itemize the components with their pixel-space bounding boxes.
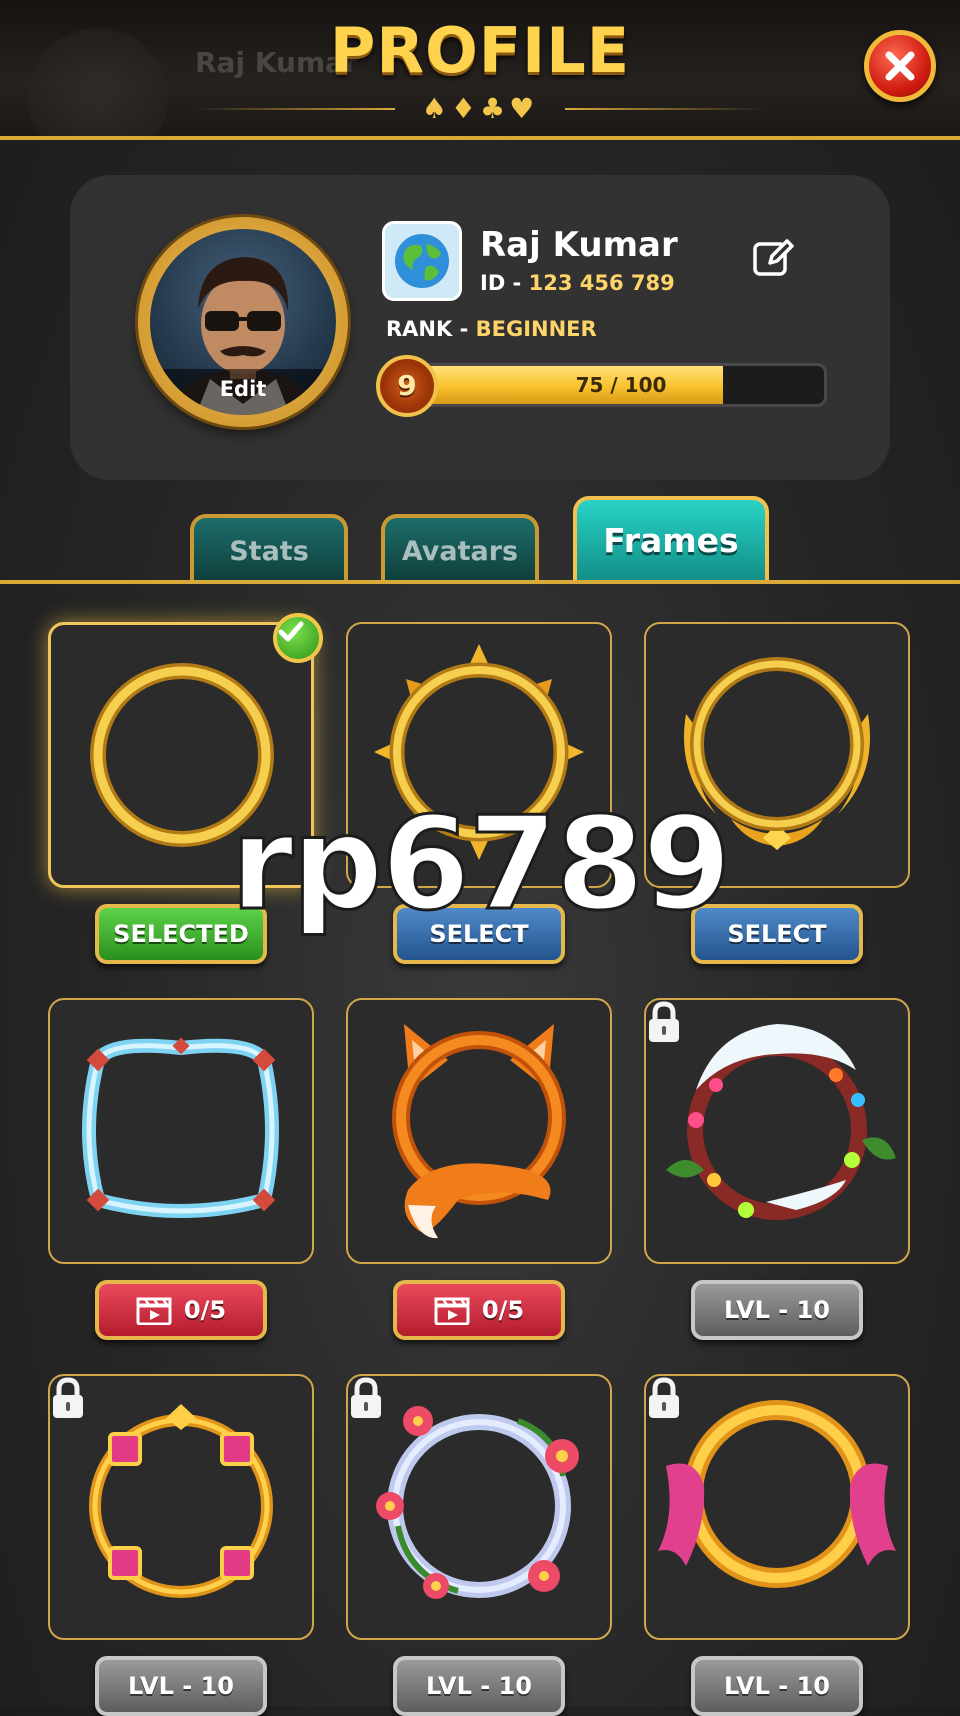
frame-level-lock-button[interactable]: LVL - 10: [393, 1656, 565, 1716]
frame-card[interactable]: [346, 998, 612, 1264]
checkmark-icon: [278, 621, 304, 642]
player-rank: RANK - BEGINNER: [386, 317, 597, 341]
player-name: Raj Kumar: [480, 225, 678, 265]
frame-select-button[interactable]: SELECT: [691, 904, 863, 964]
frame-card[interactable]: [644, 622, 910, 888]
fox-frame-image: [392, 1024, 566, 1239]
frame-card[interactable]: [346, 1374, 612, 1640]
frame-card[interactable]: [644, 998, 910, 1264]
player-id-label: ID -: [480, 271, 529, 295]
card-suits-ornament: ♠♦♣♥: [421, 92, 539, 125]
xp-progress-text: 75 / 100: [575, 373, 667, 397]
avatar[interactable]: Edit: [150, 229, 336, 415]
lock-icon: [649, 1377, 679, 1418]
avatar-frame[interactable]: Edit: [138, 217, 348, 427]
avatar-edit-label[interactable]: Edit: [150, 369, 336, 415]
xp-progress-bar: 75 / 100: [415, 363, 827, 407]
globe-icon: [395, 234, 449, 288]
winter-wreath-frame-image: [666, 1024, 896, 1220]
gold-ring-frame-image: [90, 663, 274, 847]
flower-wreath-frame-image: [376, 1406, 579, 1599]
profile-card: Edit Raj Kumar ID - 123 456 789 RANK - B…: [70, 175, 890, 480]
edit-name-icon[interactable]: [750, 235, 796, 281]
frame-card[interactable]: [48, 613, 323, 888]
lock-icon: [53, 1377, 83, 1418]
video-progress-label: 0/5: [481, 1296, 525, 1324]
tab-stats[interactable]: Stats: [190, 514, 348, 582]
close-button[interactable]: [864, 30, 936, 102]
frame-select-button[interactable]: SELECTED: [95, 904, 267, 964]
frame-unlock-video-button[interactable]: 0/5: [95, 1280, 267, 1340]
video-progress-label: 0/5: [183, 1296, 227, 1324]
rank-value: BEGINNER: [475, 317, 597, 341]
player-id-value: 123 456 789: [528, 271, 675, 295]
frame-level-lock-button[interactable]: LVL - 10: [95, 1656, 267, 1716]
pink-ribbon-frame-image: [658, 1400, 896, 1588]
player-id: ID - 123 456 789: [480, 271, 675, 295]
frame-select-button[interactable]: SELECT: [393, 904, 565, 964]
frame-card[interactable]: [48, 1374, 314, 1640]
rank-label: RANK -: [386, 317, 476, 341]
page-title: PROFILE: [329, 14, 631, 87]
lock-icon: [649, 1001, 679, 1042]
lock-icon: [351, 1377, 381, 1418]
close-icon: [885, 51, 915, 81]
clapperboard-icon: [136, 1297, 172, 1325]
selected-check-badge: [273, 613, 323, 663]
ruby-ornate-frame-image: [89, 1404, 273, 1598]
golden-wings-frame-image: [684, 657, 870, 850]
tab-avatars[interactable]: Avatars: [381, 514, 539, 582]
level-badge: 9: [376, 355, 438, 417]
header-bar: Raj Kumar PROFILE ♠♦♣♥: [0, 0, 960, 140]
frame-card[interactable]: [346, 622, 612, 888]
tab-frames[interactable]: Frames: [573, 496, 769, 582]
ice-crystal-frame-image: [82, 1037, 279, 1218]
frame-level-lock-button[interactable]: LVL - 10: [691, 1280, 863, 1340]
frame-card[interactable]: [644, 1374, 910, 1640]
frame-level-lock-button[interactable]: LVL - 10: [691, 1656, 863, 1716]
clapperboard-icon: [434, 1297, 470, 1325]
tabs-divider: [0, 580, 960, 584]
country-flag[interactable]: [382, 221, 462, 301]
frame-unlock-video-button[interactable]: 0/5: [393, 1280, 565, 1340]
sun-spike-frame-image: [374, 644, 584, 860]
frame-card[interactable]: [48, 998, 314, 1264]
